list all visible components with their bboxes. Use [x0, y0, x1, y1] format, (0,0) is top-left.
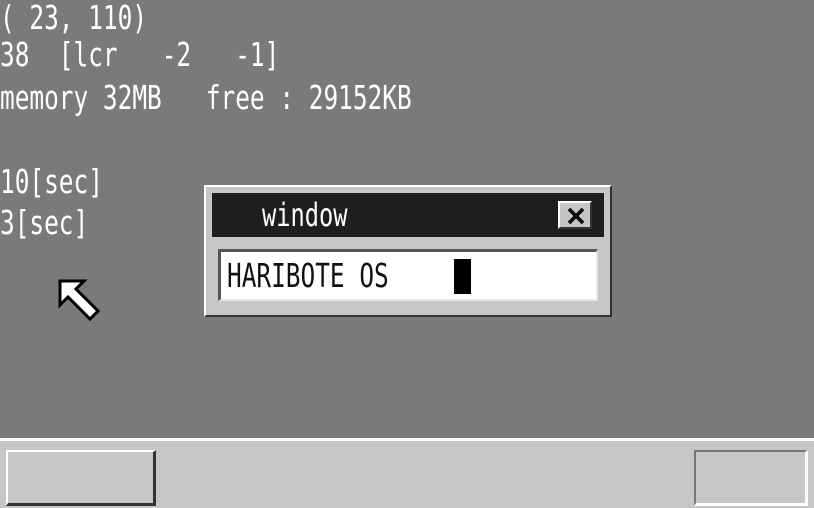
arrow-pointer-icon — [56, 277, 108, 329]
close-icon — [567, 207, 585, 225]
window-text-value: HARIBOTE OS — [227, 256, 389, 295]
window-title-bar[interactable]: window — [212, 193, 604, 237]
window-title: window — [262, 196, 348, 234]
window[interactable]: window HARIBOTE OS — [204, 185, 612, 317]
window-text-input[interactable]: HARIBOTE OS — [218, 249, 598, 301]
mouse-data-text: 38 [lcr -2 -1] — [0, 35, 280, 74]
memory-info-text: memory 32MB free : 29152KB — [0, 78, 412, 117]
text-caret — [454, 259, 471, 294]
system-tray — [694, 450, 808, 506]
mouse-coordinates-text: ( 23, 110) — [0, 0, 148, 37]
desktop[interactable]: ( 23, 110) 38 [lcr -2 -1] memory 32MB fr… — [0, 0, 814, 438]
timer-3-text: 3[sec] — [0, 203, 89, 242]
window-close-button[interactable] — [558, 201, 592, 229]
screen: ( 23, 110) 38 [lcr -2 -1] memory 32MB fr… — [0, 0, 814, 508]
start-button[interactable] — [6, 450, 156, 506]
taskbar — [0, 438, 814, 508]
timer-10-text: 10[sec] — [0, 162, 103, 201]
